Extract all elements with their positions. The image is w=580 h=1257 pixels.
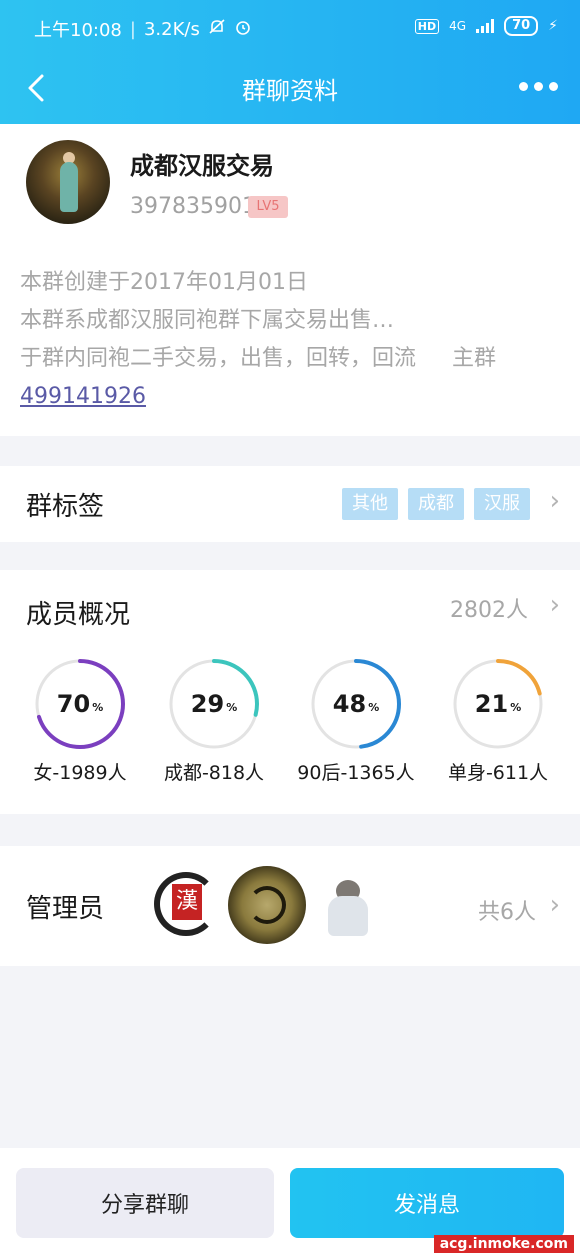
signal-icon: [476, 19, 495, 33]
page-title: 群聊资料: [242, 77, 338, 105]
battery-icon: 70: [504, 16, 539, 36]
stat-percent: 70: [56, 690, 91, 718]
charging-icon: ⚡: [548, 18, 558, 34]
tags-list: 其他 成都 汉服: [342, 488, 530, 520]
stat-percent: 48: [332, 690, 367, 718]
status-time: 上午10:08: [34, 20, 122, 41]
status-bar: 上午10:08 | 3.2K/s HD 4G 70 ⚡: [34, 16, 558, 41]
bottom-action-bar: 分享群聊 发消息 acg.inmoke.com: [0, 1148, 580, 1257]
level-badge: LV5: [248, 196, 288, 218]
admins-row[interactable]: 管理员 漢 共6人 ›: [0, 846, 580, 966]
admin-avatar[interactable]: 漢: [146, 866, 224, 944]
group-avatar[interactable]: [26, 140, 110, 224]
members-overview-card: 成员概况 2802人 › 70% 女-1989人 29% 成都-818人 48 …: [0, 570, 580, 814]
stat-percent: 21: [474, 690, 509, 718]
chevron-right-icon: ›: [549, 486, 560, 516]
tag-item: 成都: [408, 488, 464, 520]
main-group-label: 主群: [452, 346, 497, 371]
chevron-right-icon: ›: [549, 890, 560, 920]
alarm-icon: [234, 18, 252, 41]
members-count[interactable]: 2802人: [450, 592, 528, 624]
nav-bar: 群聊资料: [0, 56, 580, 124]
group-name: 成都汉服交易: [130, 152, 274, 180]
tag-item: 其他: [342, 488, 398, 520]
share-group-button[interactable]: 分享群聊: [16, 1168, 274, 1238]
network-label: 4G: [449, 19, 467, 33]
tag-item: 汉服: [474, 488, 530, 520]
main-group-link[interactable]: 499141926: [20, 384, 146, 409]
stat-percent: 29: [190, 690, 225, 718]
stat-label: 成都-818人: [163, 762, 265, 784]
status-speed: 3.2K/s: [143, 18, 200, 40]
description-line: 本群系成都汉服同袍群下属交易出售…: [20, 308, 395, 333]
admin-avatar[interactable]: [228, 866, 306, 944]
more-options-button[interactable]: [515, 74, 562, 99]
chevron-right-icon[interactable]: ›: [550, 590, 560, 620]
group-description: 本群创建于2017年01月01日 本群系成都汉服同袍群下属交易出售… 于群内同袍…: [20, 264, 560, 416]
stat-label: 女-1989人: [33, 762, 127, 784]
dragon-emblem-icon: [248, 886, 286, 924]
group-tags-row[interactable]: 群标签 其他 成都 汉服 ›: [0, 466, 580, 542]
group-id: 397835901: [130, 194, 256, 219]
group-info-card: 成都汉服交易 397835901 LV5 本群创建于2017年01月01日 本群…: [0, 124, 580, 436]
member-stat[interactable]: 29% 成都-818人: [149, 658, 279, 785]
description-line: 于群内同袍二手交易，出售，回转，回流: [20, 346, 417, 371]
stat-label: 90后-1365人: [297, 762, 415, 784]
stat-label: 单身-611人: [447, 762, 549, 784]
admin-avatars: 漢: [146, 866, 388, 944]
admins-count: 共6人: [478, 900, 536, 925]
member-stat[interactable]: 48% 90后-1365人: [291, 658, 421, 785]
send-message-button[interactable]: 发消息: [290, 1168, 564, 1238]
member-stat[interactable]: 70% 女-1989人: [15, 658, 145, 785]
watermark: acg.inmoke.com: [433, 1235, 574, 1253]
mute-bell-icon: [208, 18, 226, 41]
more-dots-icon: [519, 82, 528, 91]
admins-title: 管理员: [26, 894, 105, 924]
hd-icon: HD: [414, 18, 440, 34]
tags-title: 群标签: [26, 492, 105, 522]
admin-avatar[interactable]: [310, 866, 388, 944]
member-stat[interactable]: 21% 单身-611人: [433, 658, 563, 785]
members-title: 成员概况: [26, 600, 131, 630]
top-bar: 上午10:08 | 3.2K/s HD 4G 70 ⚡ 群聊资料: [0, 0, 580, 124]
description-line: 本群创建于2017年01月01日: [20, 270, 308, 295]
admin-avatar-seal: 漢: [172, 884, 202, 920]
